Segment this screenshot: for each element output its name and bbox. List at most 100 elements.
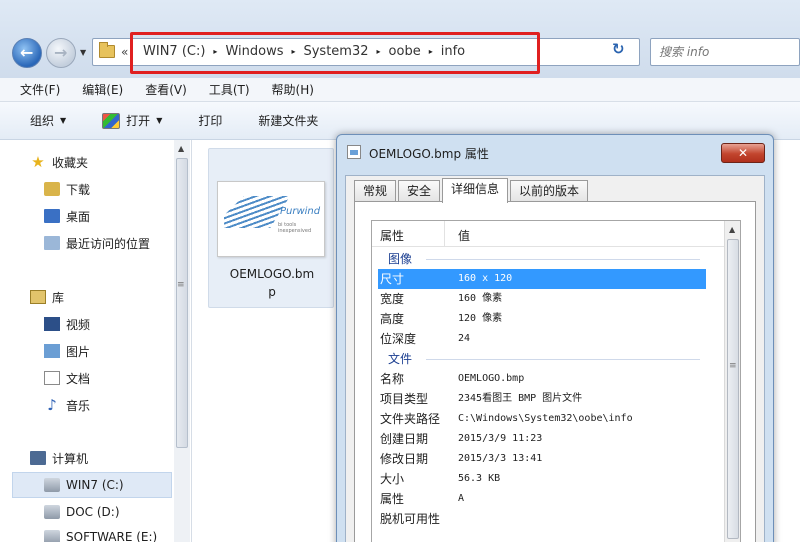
property-row-folder-path[interactable]: 文件夹路径 C:\Windows\System32\oobe\info [372, 409, 724, 429]
nav-documents-label: 文档 [66, 371, 91, 386]
property-list-scrollbar[interactable]: ▲ ≡ [724, 221, 740, 542]
column-header-value[interactable]: 值 [458, 227, 470, 244]
nav-favorites[interactable]: ★ 收藏夹 [30, 152, 88, 172]
property-name: 高度 [380, 312, 405, 326]
video-library-icon [44, 317, 60, 331]
nav-recent-places[interactable]: 最近访问的位置 [44, 233, 150, 253]
music-note-icon: ♪ [47, 396, 57, 414]
star-icon: ★ [31, 153, 45, 171]
property-row-bit-depth[interactable]: 位深度 24 [372, 329, 724, 349]
column-divider[interactable] [444, 221, 445, 247]
nav-documents[interactable]: 文档 [44, 368, 90, 388]
nav-pictures[interactable]: 图片 [44, 341, 90, 361]
column-header-property[interactable]: 属性 [380, 227, 404, 244]
property-rows: 图像 尺寸 160 x 120 宽度 160 像素 高度 120 像素 位深度 … [372, 249, 724, 529]
nav-scroll-thumb[interactable] [176, 158, 188, 448]
property-name: 名称 [380, 372, 405, 386]
property-row-created[interactable]: 创建日期 2015/3/9 11:23 [372, 429, 724, 449]
nav-drive-d-label: DOC (D:) [66, 505, 120, 519]
back-button[interactable]: ← [12, 38, 42, 68]
recent-pages-dropdown-icon[interactable]: ▼ [80, 48, 86, 57]
property-row-attributes[interactable]: 属性 A [372, 489, 724, 509]
search-input[interactable] [651, 39, 799, 65]
menu-help[interactable]: 帮助(H) [272, 81, 314, 98]
nav-recent-label: 最近访问的位置 [66, 236, 151, 251]
property-row-modified[interactable]: 修改日期 2015/3/3 13:41 [372, 449, 724, 469]
search-box[interactable] [650, 38, 800, 66]
nav-drive-e[interactable]: SOFTWARE (E:) [44, 527, 157, 542]
nav-music[interactable]: ♪ 音乐 [44, 395, 90, 415]
open-label: 打开 [126, 114, 151, 128]
nav-music-label: 音乐 [66, 398, 91, 413]
breadcrumb-overflow[interactable]: « [121, 45, 128, 59]
chevron-down-icon: ▼ [60, 116, 67, 125]
menu-view[interactable]: 查看(V) [145, 81, 187, 98]
image-viewer-icon [102, 112, 121, 129]
nav-pane-scrollbar[interactable]: ▲ ≡ [174, 140, 190, 542]
scroll-grip-icon: ≡ [729, 361, 737, 371]
property-row-dimensions[interactable]: 尺寸 160 x 120 [378, 269, 706, 289]
scroll-up-arrow-icon[interactable]: ▲ [178, 144, 184, 153]
back-arrow-icon: ← [20, 43, 34, 62]
scroll-up-arrow-icon[interactable]: ▲ [729, 225, 735, 234]
nav-drive-e-label: SOFTWARE (E:) [66, 530, 158, 542]
computer-icon [30, 451, 46, 465]
tab-general[interactable]: 常规 [354, 180, 397, 202]
nav-desktop[interactable]: 桌面 [44, 206, 90, 226]
nav-drive-c-label: WIN7 (C:) [66, 478, 124, 492]
column-header: 属性 值 [372, 221, 724, 247]
recent-places-icon [44, 236, 60, 250]
nav-downloads[interactable]: 下载 [44, 179, 90, 199]
property-row-size[interactable]: 大小 56.3 KB [372, 469, 724, 489]
property-row-width[interactable]: 宽度 160 像素 [372, 289, 724, 309]
nav-computer[interactable]: 计算机 [30, 448, 88, 468]
nav-drive-c[interactable]: WIN7 (C:) [44, 475, 124, 495]
forward-button[interactable]: → [46, 38, 76, 68]
file-name-line-1: OEMLOGO.bm [229, 267, 315, 281]
file-item-oemlogo[interactable]: Purwind bi tools inexpensived OEMLOGO.bm… [208, 148, 334, 308]
organize-label: 组织 [30, 114, 55, 128]
tab-details[interactable]: 详细信息 [442, 178, 509, 203]
property-value: A [458, 493, 465, 504]
nav-videos[interactable]: 视频 [44, 314, 90, 334]
property-scroll-thumb[interactable] [727, 239, 739, 539]
print-label: 打印 [198, 114, 223, 128]
property-row-name[interactable]: 名称 OEMLOGO.bmp [372, 369, 724, 389]
library-icon [30, 290, 46, 304]
dialog-body: 常规 安全 详细信息 以前的版本 属性 值 图像 尺寸 160 x 120 宽度… [345, 175, 765, 542]
nav-computer-label: 计算机 [52, 451, 89, 466]
downloads-folder-icon [44, 182, 60, 196]
property-row-item-type[interactable]: 项目类型 2345看图王 BMP 图片文件 [372, 389, 724, 409]
logo-brand-text: Purwind [280, 206, 321, 217]
nav-drive-d[interactable]: DOC (D:) [44, 502, 120, 522]
property-row-offline-availability[interactable]: 脱机可用性 [372, 509, 724, 529]
property-name: 修改日期 [380, 452, 429, 466]
tab-previous-versions[interactable]: 以前的版本 [510, 180, 589, 202]
menu-tools[interactable]: 工具(T) [209, 81, 250, 98]
desktop-icon [44, 209, 60, 223]
menu-edit[interactable]: 编辑(E) [82, 81, 123, 98]
refresh-icon[interactable]: ↻ [612, 40, 625, 58]
nav-pictures-label: 图片 [66, 344, 91, 359]
tab-security[interactable]: 安全 [398, 180, 441, 202]
property-row-height[interactable]: 高度 120 像素 [372, 309, 724, 329]
property-value: 56.3 KB [458, 473, 501, 484]
property-name: 项目类型 [380, 392, 429, 406]
dialog-title: OEMLOGO.bmp 属性 [369, 147, 489, 161]
property-list[interactable]: 属性 值 图像 尺寸 160 x 120 宽度 160 像素 高度 120 像素… [371, 220, 741, 542]
menu-file[interactable]: 文件(F) [20, 81, 60, 98]
open-button[interactable]: 打开 ▼ [102, 112, 162, 129]
print-button[interactable]: 打印 [198, 112, 222, 129]
pictures-library-icon [44, 344, 60, 358]
nav-libraries[interactable]: 库 [30, 287, 64, 307]
menubar: 文件(F) 编辑(E) 查看(V) 工具(T) 帮助(H) [0, 78, 800, 102]
organize-button[interactable]: 组织 ▼ [30, 112, 66, 129]
property-name: 大小 [380, 472, 405, 486]
folder-icon [99, 42, 115, 58]
group-label: 文件 [388, 352, 413, 366]
close-icon: ✕ [737, 146, 749, 160]
property-name: 文件夹路径 [380, 412, 441, 426]
close-button[interactable]: ✕ [721, 143, 765, 163]
new-folder-button[interactable]: 新建文件夹 [258, 112, 318, 129]
drive-icon [44, 530, 60, 542]
